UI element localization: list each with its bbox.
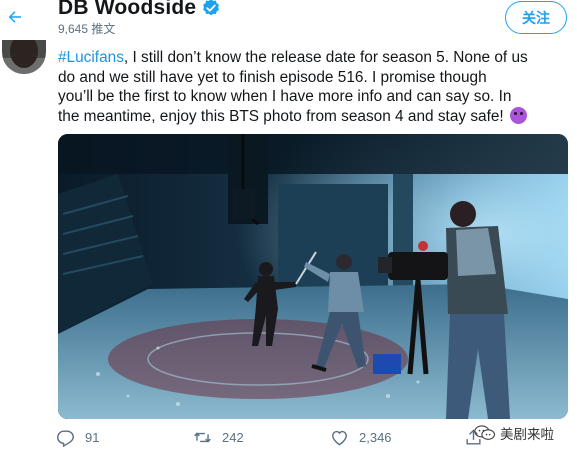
reply-button[interactable]: 91 bbox=[56, 428, 99, 447]
tweet-text-line-3: you’ll be the first to know when I have … bbox=[58, 88, 512, 105]
tweet-text-line-1: , I still don’t know the release date fo… bbox=[123, 49, 528, 66]
retweet-count: 242 bbox=[222, 430, 244, 445]
wechat-watermark: 美剧来啦 bbox=[474, 423, 554, 443]
like-button[interactable]: 2,346 bbox=[330, 428, 392, 447]
tweet-count: 9,645 推文 bbox=[58, 22, 116, 36]
reply-count: 91 bbox=[85, 430, 100, 445]
follow-button[interactable]: 关注 bbox=[505, 1, 567, 34]
like-icon bbox=[332, 430, 347, 446]
devil-emoji-icon bbox=[510, 106, 527, 124]
tweet-text-line-2: do and we still have yet to finish episo… bbox=[58, 68, 487, 86]
tweet-photo[interactable] bbox=[58, 134, 568, 419]
retweet-button[interactable]: 242 bbox=[193, 428, 244, 447]
tweet-text-line-4: the meantime, enjoy this BTS photo from … bbox=[58, 107, 504, 125]
back-arrow-icon bbox=[8, 11, 21, 23]
wechat-icon bbox=[474, 425, 495, 440]
reply-icon bbox=[57, 430, 74, 447]
display-name[interactable]: DB Woodside bbox=[58, 0, 196, 20]
profile-header: DB Woodside 9,645 推文 关注 bbox=[0, 0, 577, 38]
watermark-text: 美剧来啦 bbox=[500, 427, 554, 443]
bts-photo-scene bbox=[58, 134, 568, 419]
name-row: DB Woodside bbox=[58, 0, 221, 20]
back-button[interactable] bbox=[4, 4, 26, 30]
hashtag-link[interactable]: #Lucifans bbox=[58, 49, 124, 66]
verified-badge-icon bbox=[203, 0, 220, 16]
like-count: 2,346 bbox=[359, 430, 392, 445]
tweet-text: #Lucifans, I still don’t know the releas… bbox=[58, 48, 570, 126]
avatar[interactable] bbox=[2, 40, 46, 74]
retweet-icon bbox=[194, 432, 211, 443]
